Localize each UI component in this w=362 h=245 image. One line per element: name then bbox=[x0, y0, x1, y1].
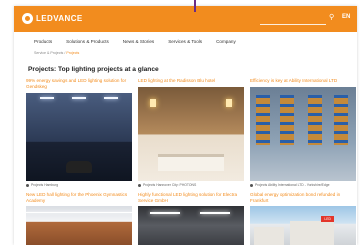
ceiling-light bbox=[72, 97, 86, 99]
project-card-caption: Projects Hannover City: PHOTONS bbox=[138, 183, 196, 187]
search-icon[interactable]: ⚲ bbox=[329, 14, 334, 22]
breadcrumb: Service & Projects / Projects bbox=[34, 51, 79, 55]
nav-item-services[interactable]: Services & Tools bbox=[168, 39, 202, 44]
project-card-image[interactable] bbox=[250, 87, 356, 181]
location-pin-icon bbox=[138, 183, 141, 187]
location-pin-icon bbox=[26, 183, 29, 187]
ceiling-beam bbox=[26, 212, 132, 213]
light-bar bbox=[150, 212, 180, 214]
location-pin-icon bbox=[250, 183, 253, 187]
shelf-rack bbox=[256, 95, 270, 145]
wall-lamp bbox=[226, 99, 232, 107]
caption-text: Projects Hamburg bbox=[31, 183, 59, 187]
breadcrumb-current: Projects bbox=[66, 51, 80, 55]
project-card-title[interactable]: Efficiency is key at Ability Internation… bbox=[250, 78, 356, 84]
main-navigation: Products Solutions & Products News & Sto… bbox=[34, 39, 236, 44]
search-input[interactable] bbox=[260, 13, 326, 25]
nav-item-news[interactable]: News & Stories bbox=[123, 39, 154, 44]
device-cable bbox=[194, 0, 196, 12]
nav-item-products[interactable]: Products bbox=[34, 39, 52, 44]
project-card-caption: Projects Ability International LTD - Yor… bbox=[250, 183, 330, 187]
browser-page: LEDVANCE ⚲ EN Products Solutions & Produ… bbox=[14, 6, 357, 245]
building-shape bbox=[290, 221, 334, 245]
shelf-rack bbox=[308, 95, 322, 145]
language-selector[interactable]: EN bbox=[342, 14, 350, 20]
brand-logo[interactable]: LEDVANCE bbox=[22, 13, 83, 24]
project-card-title[interactable]: Highly functional LED lighting solution … bbox=[138, 192, 244, 204]
car-shape bbox=[66, 161, 92, 173]
caption-text: Projects Ability International LTD - Yor… bbox=[255, 183, 330, 187]
wall-lamp bbox=[150, 99, 156, 107]
nav-item-company[interactable]: Company bbox=[216, 39, 236, 44]
bed-shape bbox=[158, 154, 224, 171]
nav-item-solutions[interactable]: Solutions & Products bbox=[66, 39, 109, 44]
page-title: Projects: Top lighting projects at a gla… bbox=[28, 66, 159, 73]
project-card-title[interactable]: 99% energy savings and LED lighting solu… bbox=[26, 78, 132, 90]
project-card-image[interactable] bbox=[138, 87, 244, 181]
project-card-image[interactable] bbox=[26, 206, 132, 245]
caption-text: Projects Hannover City: PHOTONS bbox=[143, 183, 197, 187]
project-card-title[interactable]: Global energy optimization bond refunded… bbox=[250, 192, 356, 204]
shelf-rack bbox=[334, 95, 348, 145]
ledvance-logo-icon bbox=[22, 13, 33, 24]
brand-name: LEDVANCE bbox=[36, 14, 83, 23]
light-bar bbox=[200, 212, 230, 214]
building-shape bbox=[254, 227, 284, 245]
ceiling-light bbox=[40, 97, 54, 99]
project-card-image[interactable] bbox=[138, 206, 244, 245]
project-card-image[interactable]: LED bbox=[250, 206, 356, 245]
header-bar: LEDVANCE ⚲ EN bbox=[14, 6, 357, 32]
project-card-title[interactable]: New LED hall lighting for the Phoenix Gy… bbox=[26, 192, 132, 204]
breadcrumb-parent[interactable]: Service & Projects bbox=[34, 51, 63, 55]
project-card-caption: Projects Hamburg bbox=[26, 183, 58, 187]
shelf-rack bbox=[280, 95, 294, 145]
led-tag: LED bbox=[321, 216, 334, 222]
ceiling-light bbox=[104, 97, 118, 99]
project-card-image[interactable] bbox=[26, 93, 132, 181]
project-card-title[interactable]: LED lighting at the Radisson Blu hotel bbox=[138, 78, 244, 84]
